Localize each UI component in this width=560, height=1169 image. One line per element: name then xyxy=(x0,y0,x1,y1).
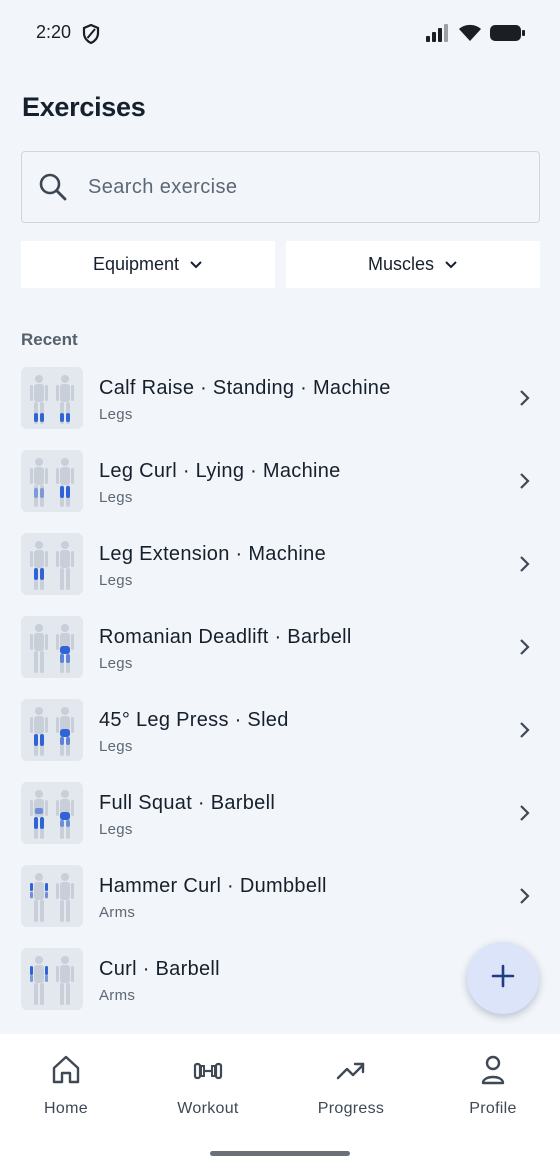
chevron-down-icon xyxy=(444,254,458,275)
trending-up-icon xyxy=(291,1054,411,1088)
exercise-category: Arms xyxy=(99,987,136,1004)
exercise-title: Curl · Barbell xyxy=(99,958,220,980)
nav-item-progress[interactable]: Progress xyxy=(291,1054,411,1124)
nav-item-profile[interactable]: Profile xyxy=(433,1054,553,1124)
exercise-list-item[interactable]: Calf Raise · Standing · Machine Legs xyxy=(0,357,560,440)
exercise-category: Legs xyxy=(99,572,133,589)
exercise-title: 45° Leg Press · Sled xyxy=(99,709,289,731)
exercise-title: Romanian Deadlift · Barbell xyxy=(99,626,352,648)
shield-icon xyxy=(82,23,100,49)
cell-signal-icon xyxy=(426,24,450,47)
search-input[interactable] xyxy=(88,168,508,206)
muscle-figure-icon xyxy=(30,956,74,1005)
exercise-title: Calf Raise · Standing · Machine xyxy=(99,377,391,399)
muscle-figure-icon xyxy=(30,790,74,839)
nav-label-home: Home xyxy=(44,1100,88,1117)
nav-label-workout: Workout xyxy=(177,1100,239,1117)
muscle-figure-icon xyxy=(30,375,74,424)
exercise-list-item[interactable]: Leg Curl · Lying · Machine Legs xyxy=(0,440,560,523)
exercise-category: Legs xyxy=(99,738,133,755)
muscle-diagram-thumbnail xyxy=(21,533,83,595)
bottom-navigation: Home Workout Progress Profile xyxy=(0,1034,560,1169)
nav-label-progress: Progress xyxy=(317,1100,385,1117)
muscle-diagram-thumbnail xyxy=(21,367,83,429)
page-title: Exercises xyxy=(22,92,146,122)
recent-section-label: Recent xyxy=(21,330,78,349)
chevron-right-icon xyxy=(518,887,530,910)
nav-label-profile: Profile xyxy=(469,1100,517,1117)
plus-icon xyxy=(490,963,516,994)
exercise-list: Calf Raise · Standing · Machine Legs Leg… xyxy=(0,357,560,1021)
exercise-list-item[interactable]: Leg Extension · Machine Legs xyxy=(0,523,560,606)
muscle-diagram-thumbnail xyxy=(21,450,83,512)
nav-item-home[interactable]: Home xyxy=(6,1054,126,1124)
muscle-figure-icon xyxy=(30,541,74,590)
chevron-down-icon xyxy=(189,254,203,275)
equipment-filter-button[interactable]: Equipment xyxy=(21,241,275,288)
add-exercise-button[interactable] xyxy=(467,942,539,1014)
chevron-right-icon xyxy=(518,804,530,827)
chevron-right-icon xyxy=(518,638,530,661)
home-indicator[interactable] xyxy=(210,1151,350,1156)
chevron-right-icon xyxy=(518,555,530,578)
muscle-diagram-thumbnail xyxy=(21,782,83,844)
muscles-filter-label: Muscles xyxy=(367,254,434,274)
nav-item-workout[interactable]: Workout xyxy=(148,1054,268,1124)
exercise-category: Legs xyxy=(99,655,133,672)
status-time: 2:20 xyxy=(36,22,72,42)
search-box[interactable] xyxy=(21,151,540,223)
exercise-category: Arms xyxy=(99,904,136,921)
battery-icon xyxy=(490,24,526,47)
exercise-list-item[interactable]: Full Squat · Barbell Legs xyxy=(0,772,560,855)
chevron-right-icon xyxy=(518,472,530,495)
exercise-title: Leg Extension · Machine xyxy=(99,543,327,565)
chevron-right-icon xyxy=(518,721,530,744)
chevron-right-icon xyxy=(518,389,530,412)
equipment-filter-label: Equipment xyxy=(92,254,180,274)
status-bar: 2:20 xyxy=(0,0,560,68)
wifi-icon xyxy=(458,24,482,47)
person-icon xyxy=(433,1054,553,1088)
exercise-category: Legs xyxy=(99,406,133,423)
muscle-diagram-thumbnail xyxy=(21,865,83,927)
muscle-figure-icon xyxy=(30,624,74,673)
exercise-title: Hammer Curl · Dumbbell xyxy=(99,875,327,897)
exercise-category: Legs xyxy=(99,489,133,506)
muscle-figure-icon xyxy=(30,707,74,756)
muscle-diagram-thumbnail xyxy=(21,948,83,1010)
exercise-title: Full Squat · Barbell xyxy=(99,792,276,814)
muscle-diagram-thumbnail xyxy=(21,699,83,761)
exercise-list-item[interactable]: Hammer Curl · Dumbbell Arms xyxy=(0,855,560,938)
status-icons xyxy=(426,24,526,47)
muscle-figure-icon xyxy=(30,873,74,922)
muscle-diagram-thumbnail xyxy=(21,616,83,678)
exercise-title: Leg Curl · Lying · Machine xyxy=(99,460,341,482)
muscles-filter-button[interactable]: Muscles xyxy=(286,241,540,288)
muscle-figure-icon xyxy=(30,458,74,507)
exercise-list-item[interactable]: Romanian Deadlift · Barbell Legs xyxy=(0,606,560,689)
search-icon xyxy=(38,172,68,207)
dumbbell-icon xyxy=(148,1054,268,1088)
exercise-list-item[interactable]: 45° Leg Press · Sled Legs xyxy=(0,689,560,772)
exercise-category: Legs xyxy=(99,821,133,838)
home-icon xyxy=(6,1054,126,1088)
